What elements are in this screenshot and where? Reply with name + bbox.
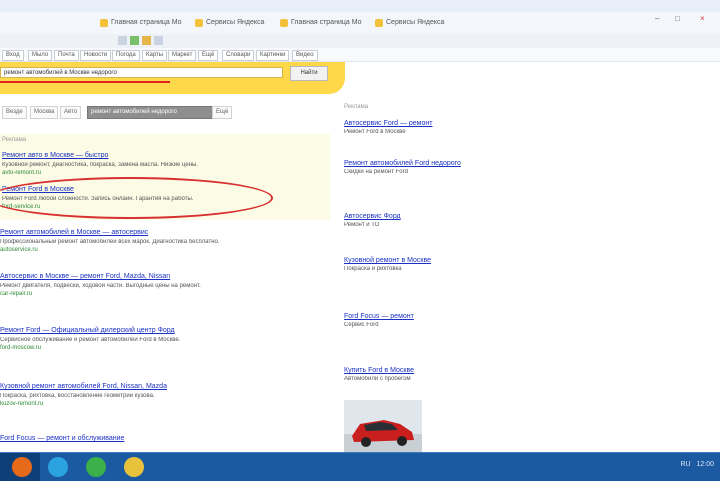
ad-item: Ремонт авто в Москве — быстро Кузовной р… — [2, 152, 302, 176]
result-title-link[interactable]: Ремонт Ford — Официальный дилерский цент… — [0, 327, 300, 334]
service-link[interactable]: Мыло — [28, 50, 53, 61]
bookmark-item[interactable]: Сервисы Яндекса — [195, 17, 264, 28]
result-url[interactable]: ford-moscow.ru — [0, 345, 300, 351]
bookmark-icon — [100, 18, 108, 27]
right-edge-panel — [692, 52, 720, 97]
browser-toolbar-icons — [118, 36, 208, 45]
search-result: Автосервис в Москве — ремонт Ford, Mazda… — [0, 273, 300, 297]
result-snippet: Сервисное обслуживание и ремонт автомоби… — [0, 337, 181, 343]
skype-icon[interactable] — [48, 457, 68, 477]
right-ad-snippet: Скидки на ремонт Ford — [344, 169, 408, 175]
bookmark-item[interactable]: Сервисы Яндекса — [375, 17, 444, 28]
filter-chip[interactable]: Везде — [2, 106, 27, 119]
service-link[interactable]: Почта — [54, 50, 79, 61]
right-ad-snippet: Ремонт и ТО — [344, 222, 380, 228]
bookmark-item[interactable]: Главная страница Мо — [100, 17, 182, 28]
ad-snippet: Кузовной ремонт, диагностика, покраска, … — [2, 162, 199, 168]
minimize-button[interactable]: – — [655, 14, 659, 23]
back-icon[interactable] — [118, 36, 127, 45]
result-url[interactable]: kuzov-remont.ru — [0, 401, 300, 407]
service-link[interactable]: Видео — [292, 50, 318, 61]
result-url[interactable]: autoservice.ru — [0, 247, 300, 253]
right-ad-snippet: Сервис Ford — [344, 322, 379, 328]
filter-chip-active[interactable]: ремонт автомобилей недорого — [87, 106, 213, 119]
car-thumbnail[interactable] — [344, 400, 422, 452]
result-snippet: Профессиональный ремонт автомобилей всех… — [0, 239, 220, 245]
star-icon[interactable] — [142, 36, 151, 45]
right-ad-title[interactable]: Автосервис Форд — [344, 213, 464, 220]
language-indicator[interactable]: RU — [681, 461, 691, 468]
service-link[interactable]: Картинки — [256, 50, 290, 61]
right-ads-column: Реклама — [344, 104, 464, 110]
right-ad-item: Ремонт автомобилей Ford недорого Скидки … — [344, 160, 464, 175]
right-ad-item: Автосервис Форд Ремонт и ТО — [344, 213, 464, 228]
settings-icon[interactable] — [154, 36, 163, 45]
search-result: Ремонт Ford — Официальный дилерский цент… — [0, 327, 300, 351]
yandex-services-row: Вход Мыло Почта Новости Погода Карты Мар… — [0, 48, 720, 62]
query-highlight-underline — [0, 81, 170, 83]
result-title-link[interactable]: Автосервис в Москве — ремонт Ford, Mazda… — [0, 273, 300, 280]
result-title-link[interactable]: Ford Focus — ремонт и обслуживание — [0, 435, 300, 442]
result-url[interactable]: car-repair.ru — [0, 291, 300, 297]
ads-label: Реклама — [2, 137, 27, 143]
search-result: Ремонт автомобилей в Москве — автосервис… — [0, 229, 300, 253]
right-ad-title[interactable]: Автосервис Ford — ремонт — [344, 120, 464, 127]
service-link[interactable]: Погода — [112, 50, 140, 61]
taskbar: RU 12:00 — [0, 452, 720, 481]
close-button[interactable]: × — [700, 14, 705, 23]
result-snippet: Ремонт двигателя, подвески, ходовой част… — [0, 283, 201, 289]
service-link[interactable]: Вход — [2, 50, 24, 61]
browser-nav-row — [0, 34, 720, 49]
search-result: Кузовной ремонт автомобилей Ford, Nissan… — [0, 383, 300, 407]
service-link[interactable]: Новости — [80, 50, 112, 61]
search-button[interactable]: Найти — [290, 66, 328, 81]
right-ad-item: Кузовной ремонт в Москве Покраска и рихт… — [344, 257, 464, 272]
right-ad-item: Ford Focus — ремонт Сервис Ford — [344, 313, 464, 328]
search-result: Ford Focus — ремонт и обслуживание — [0, 435, 300, 442]
right-ad-title[interactable]: Ремонт автомобилей Ford недорого — [344, 160, 464, 167]
right-ad-item: Автосервис Ford — ремонт Ремонт Ford в М… — [344, 120, 464, 135]
app-icon[interactable] — [86, 457, 106, 477]
red-highlight-oval — [0, 177, 273, 219]
bookmark-icon — [375, 18, 383, 27]
service-link[interactable]: Карты — [142, 50, 168, 61]
clock[interactable]: 12:00 — [696, 461, 714, 468]
maximize-button[interactable]: □ — [675, 14, 680, 23]
filter-chip[interactable]: Авто — [60, 106, 82, 119]
result-title-link[interactable]: Ремонт автомобилей в Москве — автосервис — [0, 229, 300, 236]
service-link[interactable]: Ещё — [198, 50, 219, 61]
right-ads-label: Реклама — [344, 104, 369, 110]
system-tray: RU 12:00 — [681, 461, 715, 468]
refresh-icon[interactable] — [130, 36, 139, 45]
service-link[interactable]: Словари — [222, 50, 255, 61]
right-ad-item: Купить Ford в Москве Автомобили с пробег… — [344, 367, 464, 382]
right-ad-title[interactable]: Купить Ford в Москве — [344, 367, 464, 374]
right-ad-title[interactable]: Кузовной ремонт в Москве — [344, 257, 464, 264]
result-snippet: Покраска, рихтовка, восстановление геоме… — [0, 393, 155, 399]
service-link[interactable]: Маркет — [168, 50, 197, 61]
bookmark-icon — [195, 18, 203, 27]
chrome-icon[interactable] — [124, 457, 144, 477]
right-ad-snippet: Ремонт Ford в Москве — [344, 129, 406, 135]
bookmark-item[interactable]: Главная страница Мо — [280, 17, 362, 28]
bookmark-icon — [280, 18, 288, 27]
search-input[interactable]: ремонт автомобилей в Москве недорого — [0, 67, 283, 78]
filter-chip[interactable]: Москва — [30, 106, 59, 119]
ad-title-link[interactable]: Ремонт авто в Москве — быстро — [2, 152, 302, 159]
result-title-link[interactable]: Кузовной ремонт автомобилей Ford, Nissan… — [0, 383, 300, 390]
firefox-icon[interactable] — [12, 457, 32, 477]
bookmarks-bar: Главная страница Мо Сервисы Яндекса Глав… — [0, 12, 720, 35]
car-icon — [344, 420, 422, 452]
right-ad-snippet: Покраска и рихтовка — [344, 266, 402, 272]
right-ad-snippet: Автомобили с пробегом — [344, 376, 411, 382]
ad-url[interactable]: avto-remont.ru — [2, 170, 302, 176]
right-ad-title[interactable]: Ford Focus — ремонт — [344, 313, 464, 320]
filter-chip[interactable]: Ещё — [212, 106, 233, 119]
